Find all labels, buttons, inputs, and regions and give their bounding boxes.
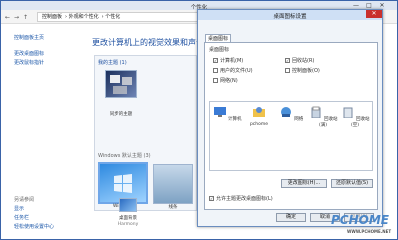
checkbox-allow-themes[interactable]: ✓ 允许主题更改桌面图标(L) bbox=[209, 195, 273, 202]
synced-theme-label: 同步的主题 bbox=[109, 112, 133, 117]
main-content: 更改计算机上的视觉效果和声音 我的主题 (1) 同步的主题 Windows 默认… bbox=[89, 24, 209, 239]
icon-item-recycle-full[interactable]: 回收站(满) bbox=[308, 106, 338, 128]
checkbox-user-files-box[interactable] bbox=[213, 68, 218, 73]
icon-item-network-label: 网络 bbox=[294, 117, 304, 122]
desktop-icons-group-label: 桌面图标 bbox=[209, 47, 230, 53]
watermark-logo: PCHOME bbox=[331, 213, 389, 227]
restore-default-button[interactable]: 还原默认值(S) bbox=[331, 179, 373, 188]
checkbox-user-files[interactable]: 用户的文件(U) bbox=[213, 67, 253, 74]
up-icon[interactable]: ↑ bbox=[23, 14, 28, 21]
default-themes-header: Windows 默认主题 (3) bbox=[98, 153, 151, 159]
computer-icon bbox=[213, 107, 226, 117]
desktop-background-icon[interactable] bbox=[119, 198, 137, 212]
ok-button[interactable]: 确定 bbox=[276, 213, 306, 222]
checkbox-computer-box[interactable]: ✓ bbox=[213, 58, 218, 63]
icon-item-pchome[interactable]: pchome bbox=[244, 106, 274, 127]
checkbox-allow-themes-box[interactable]: ✓ bbox=[209, 196, 214, 201]
see-also-ease-of-access[interactable]: 轻松使用设置中心 bbox=[14, 223, 54, 230]
synced-theme-thumbnail[interactable] bbox=[105, 70, 137, 98]
network-icon bbox=[280, 107, 291, 117]
checkbox-control-panel-box[interactable] bbox=[285, 68, 290, 73]
dialog-pane: 桌面图标 ✓ 计算机(M) ✓ 回收站(R) 用户的文件(U) 控制面板(O) 网络… bbox=[204, 42, 378, 210]
icon-item-pchome-label: pchome bbox=[249, 122, 269, 127]
checkbox-control-panel[interactable]: 控制面板(O) bbox=[285, 67, 320, 74]
lines-theme-thumbnail[interactable] bbox=[153, 164, 193, 204]
breadcrumb-control-panel[interactable]: 控制面板 bbox=[42, 14, 62, 20]
checkbox-recycle-bin-label: 回收站(R) bbox=[292, 58, 315, 64]
checkbox-network[interactable]: 网络(N) bbox=[213, 77, 238, 84]
dialog-title: 桌面图标设置 bbox=[273, 14, 307, 20]
synced-theme-icon bbox=[110, 75, 132, 94]
windows-logo-icon bbox=[114, 174, 132, 193]
sidebar-item-mouse-pointer[interactable]: 更改鼠标指针 bbox=[14, 59, 44, 66]
sidebar: 控制面板主页 更改桌面图标 更改鼠标指针 另请参阅 显示 任务栏 轻松使用设置中… bbox=[1, 24, 89, 239]
see-also-header: 另请参阅 bbox=[14, 197, 35, 203]
icon-item-recycle-empty-label: 回收站(空) bbox=[350, 117, 370, 128]
checkbox-computer-label: 计算机(M) bbox=[220, 58, 244, 64]
personalization-window: 个性化 — □ ✕ ← → ↑ 控制面板 › 外观和个性化 › 个性化 控制面板主页… bbox=[0, 0, 398, 240]
back-icon[interactable]: ← bbox=[5, 14, 10, 21]
checkbox-control-panel-label: 控制面板(O) bbox=[292, 68, 320, 74]
lines-theme-label: 线条 bbox=[168, 205, 178, 210]
see-also-display[interactable]: 显示 bbox=[14, 205, 24, 212]
checkbox-user-files-label: 用户的文件(U) bbox=[220, 68, 253, 74]
checkbox-recycle-bin[interactable]: ✓ 回收站(R) bbox=[285, 57, 314, 64]
desktop-background-label[interactable]: 桌面背景 bbox=[104, 215, 152, 221]
breadcrumb-personalization[interactable]: 个性化 bbox=[105, 14, 120, 20]
desktop-icon-settings-dialog: 桌面图标设置 ✕ 桌面图标 桌面图标 ✓ 计算机(M) ✓ 回收站(R) 用户的文件… bbox=[197, 9, 383, 227]
watermark-url: WWW.PCHOME.NET bbox=[347, 229, 392, 234]
sidebar-item-home[interactable]: 控制面板主页 bbox=[14, 34, 44, 41]
checkbox-recycle-bin-box[interactable]: ✓ bbox=[285, 58, 290, 63]
minimize-button[interactable]: — bbox=[351, 2, 361, 9]
theme-list: 我的主题 (1) 同步的主题 Windows 默认主题 (3) Windows bbox=[94, 55, 197, 211]
icon-item-recycle-empty[interactable]: 回收站(空) bbox=[340, 106, 370, 128]
checkbox-network-label: 网络(N) bbox=[220, 78, 238, 84]
forward-icon[interactable]: → bbox=[14, 14, 19, 21]
icon-item-computer-label: 计算机 bbox=[227, 117, 242, 122]
recycle-bin-full-icon bbox=[311, 106, 321, 119]
dialog-title-bar: 桌面图标设置 ✕ bbox=[198, 10, 382, 20]
see-also-taskbar[interactable]: 任务栏 bbox=[14, 214, 29, 221]
recycle-bin-empty-icon bbox=[343, 107, 353, 119]
desktop-background-value: Harmony bbox=[117, 222, 139, 227]
icon-item-network[interactable]: 网络 bbox=[276, 106, 306, 122]
sidebar-item-desktop-icons[interactable]: 更改桌面图标 bbox=[14, 50, 44, 57]
change-icon-button[interactable]: 更改图标(H)... bbox=[281, 179, 327, 188]
icon-item-recycle-full-label: 回收站(满) bbox=[318, 117, 338, 128]
page-title: 更改计算机上的视觉效果和声音 bbox=[92, 38, 204, 47]
breadcrumb-appearance[interactable]: 外观和个性化 bbox=[69, 14, 99, 20]
icon-preview-list: 计算机 pchome 网络 回收站(满) 回收站(空) bbox=[209, 101, 373, 171]
maximize-button[interactable]: □ bbox=[364, 2, 374, 9]
checkbox-computer[interactable]: ✓ 计算机(M) bbox=[213, 57, 243, 64]
checkbox-allow-themes-label: 允许主题更改桌面图标(L) bbox=[216, 196, 273, 202]
my-themes-header: 我的主题 (1) bbox=[98, 60, 127, 66]
dialog-close-button[interactable]: ✕ bbox=[366, 10, 382, 18]
user-folder-icon bbox=[253, 107, 265, 117]
close-button[interactable]: ✕ bbox=[377, 2, 387, 9]
icon-item-computer[interactable]: 计算机 bbox=[212, 106, 242, 122]
checkbox-network-box[interactable] bbox=[213, 78, 218, 83]
